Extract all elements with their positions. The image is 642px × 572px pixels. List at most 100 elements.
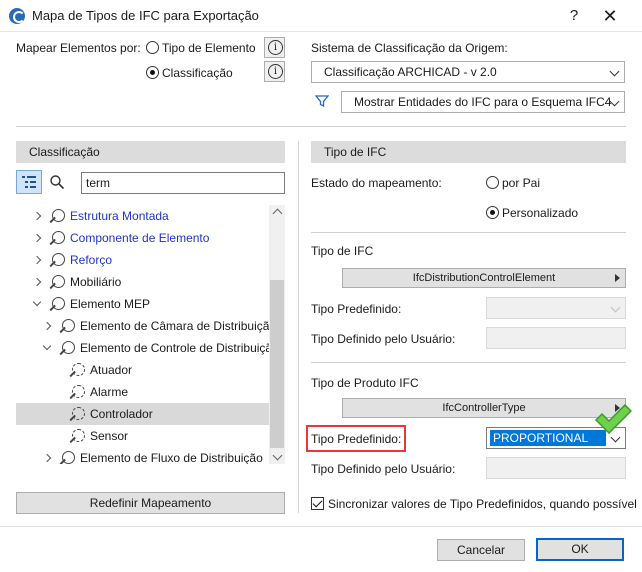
search-input[interactable]: term <box>81 172 285 194</box>
ifc-type-selector-button[interactable]: IfcDistributionControlElement <box>342 268 626 288</box>
chevron-right-icon[interactable] <box>32 233 42 243</box>
radio-por-pai-label[interactable]: por Pai <box>502 176 540 190</box>
tree-item-label: Controlador <box>90 407 153 421</box>
product-type-label: Tipo de Produto IFC <box>311 376 419 390</box>
ok-button[interactable]: OK <box>536 538 624 561</box>
ifc-schema-filter-select[interactable]: Mostrar Entidades do IFC para o Esquema … <box>341 91 625 113</box>
classification-tree: Estrutura Montada Componente de Elemento… <box>16 205 285 464</box>
classification-icon <box>50 231 65 245</box>
chevron-right-icon[interactable] <box>42 321 52 331</box>
mapping-status-label: Estado do mapeamento: <box>311 176 442 190</box>
info-icon[interactable] <box>264 37 285 58</box>
classification-icon <box>50 297 65 311</box>
section-divider <box>311 232 626 233</box>
tree-item-label: Mobiliário <box>70 275 122 289</box>
chevron-down-icon <box>610 432 621 443</box>
product-type-selector-button[interactable]: IfcControllerType <box>342 398 626 418</box>
sync-predefined-label[interactable]: Sincronizar valores de Tipo Predefinidos… <box>328 497 637 511</box>
product-type-value: IfcControllerType <box>442 402 526 414</box>
classification-icon <box>50 275 65 289</box>
chevron-down-icon[interactable] <box>42 341 52 351</box>
triangle-right-icon <box>615 274 620 282</box>
product-user-defined-type-field <box>486 457 626 479</box>
tree-item-controlador[interactable]: Controlador <box>16 403 269 425</box>
chevron-down-icon <box>610 302 621 313</box>
classification-leaf-icon <box>70 363 85 377</box>
tree-item-elemento-de-camara-de-distribuicao[interactable]: Elemento de Câmara de Distribuição <box>16 315 276 337</box>
cancel-button[interactable]: Cancelar <box>437 539 525 561</box>
tree-item-sensor[interactable]: Sensor <box>16 425 269 447</box>
radio-personalizado-label[interactable]: Personalizado <box>502 206 578 220</box>
tree-item-alarme[interactable]: Alarme <box>16 381 269 403</box>
tree-item-label: Elemento de Fluxo de Distribuição <box>80 451 263 464</box>
tree-list-icon <box>22 176 36 188</box>
ifc-predefined-type-label: Tipo Predefinido: <box>311 302 402 316</box>
radio-por-pai[interactable] <box>486 176 499 189</box>
tree-item-label: Elemento de Câmara de Distribuição <box>80 319 277 333</box>
radio-classificacao-label[interactable]: Classificação <box>162 66 233 80</box>
radio-tipo-de-elemento-label[interactable]: Tipo de Elemento <box>162 41 256 55</box>
product-user-defined-type-label: Tipo Definido pelo Usuário: <box>311 462 456 476</box>
chevron-down-icon <box>609 66 620 77</box>
search-icon[interactable] <box>49 174 65 190</box>
classification-icon <box>60 319 75 333</box>
tree-item-label: Reforço <box>70 253 113 267</box>
classification-icon <box>60 451 75 464</box>
ifc-type-panel-header: Tipo de IFC <box>311 141 626 163</box>
tree-item-label: Elemento MEP <box>70 297 151 311</box>
radio-personalizado[interactable] <box>486 206 499 219</box>
window-title: Mapa de Tipos de IFC para Exportação <box>32 8 259 23</box>
section-divider <box>311 362 626 363</box>
tree-item-elemento-mep[interactable]: Elemento MEP <box>16 293 269 315</box>
classification-icon <box>60 341 75 355</box>
mapping-label: Mapear Elementos por: <box>16 41 141 55</box>
tree-scrollbar-thumb[interactable] <box>270 280 284 448</box>
ifc-type-value: IfcDistributionControlElement <box>412 272 556 284</box>
classification-leaf-icon <box>70 385 85 399</box>
ifc-schema-filter-value: Mostrar Entidades do IFC para o Esquema … <box>354 95 612 109</box>
green-check-icon <box>594 404 632 434</box>
sync-predefined-checkbox[interactable] <box>311 497 324 510</box>
ifc-type-label: Tipo de IFC <box>311 244 374 258</box>
chevron-right-icon[interactable] <box>32 211 42 221</box>
filter-icon <box>315 95 329 108</box>
chevron-down-icon[interactable] <box>32 297 42 307</box>
chevron-right-icon[interactable] <box>32 277 42 287</box>
classification-leaf-icon <box>70 407 85 421</box>
classification-panel-header: Classificação <box>16 141 285 163</box>
app-icon <box>9 8 25 24</box>
radio-classificacao[interactable] <box>146 66 159 79</box>
tree-item-atuador[interactable]: Atuador <box>16 359 269 381</box>
tree-item-componente-de-elemento[interactable]: Componente de Elemento <box>16 227 269 249</box>
panel-separator <box>298 141 299 513</box>
tree-item-label: Estrutura Montada <box>70 209 169 223</box>
help-button[interactable]: ? <box>562 4 586 28</box>
tree-item-label: Sensor <box>90 429 129 443</box>
tree-item-elemento-de-fluxo-de-distribuicao[interactable]: Elemento de Fluxo de Distribuição <box>16 447 269 464</box>
close-button[interactable]: ✕ <box>598 4 622 28</box>
product-predefined-type-value: PROPORTIONAL <box>490 430 606 446</box>
ifc-predefined-type-select <box>486 297 626 319</box>
reset-mapping-button[interactable]: Redefinir Mapeamento <box>16 492 285 514</box>
tree-item-label: Alarme <box>90 385 129 399</box>
chevron-right-icon[interactable] <box>32 255 42 265</box>
chevron-right-icon[interactable] <box>42 453 52 463</box>
product-predefined-type-label: Tipo Predefinido: <box>311 432 402 446</box>
tree-item-label: Elemento de Controle de Distribuição <box>80 341 279 355</box>
source-system-select[interactable]: Classificação ARCHICAD - v 2.0 <box>311 61 625 83</box>
tree-item-label: Atuador <box>90 363 133 377</box>
source-system-value: Classificação ARCHICAD - v 2.0 <box>324 65 497 79</box>
ifc-user-defined-type-label: Tipo Definido pelo Usuário: <box>311 332 456 346</box>
classification-icon <box>50 209 65 223</box>
footer-divider <box>0 526 642 527</box>
tree-item-estrutura-montada[interactable]: Estrutura Montada <box>16 205 269 227</box>
tree-view-toggle[interactable] <box>16 170 42 194</box>
tree-item-reforco[interactable]: Reforço <box>16 249 269 271</box>
tree-item-label: Componente de Elemento <box>70 231 210 245</box>
tree-item-mobiliario[interactable]: Mobiliário <box>16 271 269 293</box>
section-divider <box>16 126 626 127</box>
tree-item-elemento-de-controle-de-distribuicao[interactable]: Elemento de Controle de Distribuição <box>16 337 279 359</box>
info-icon[interactable] <box>264 61 285 82</box>
radio-tipo-de-elemento[interactable] <box>146 41 159 54</box>
classification-icon <box>50 253 65 267</box>
